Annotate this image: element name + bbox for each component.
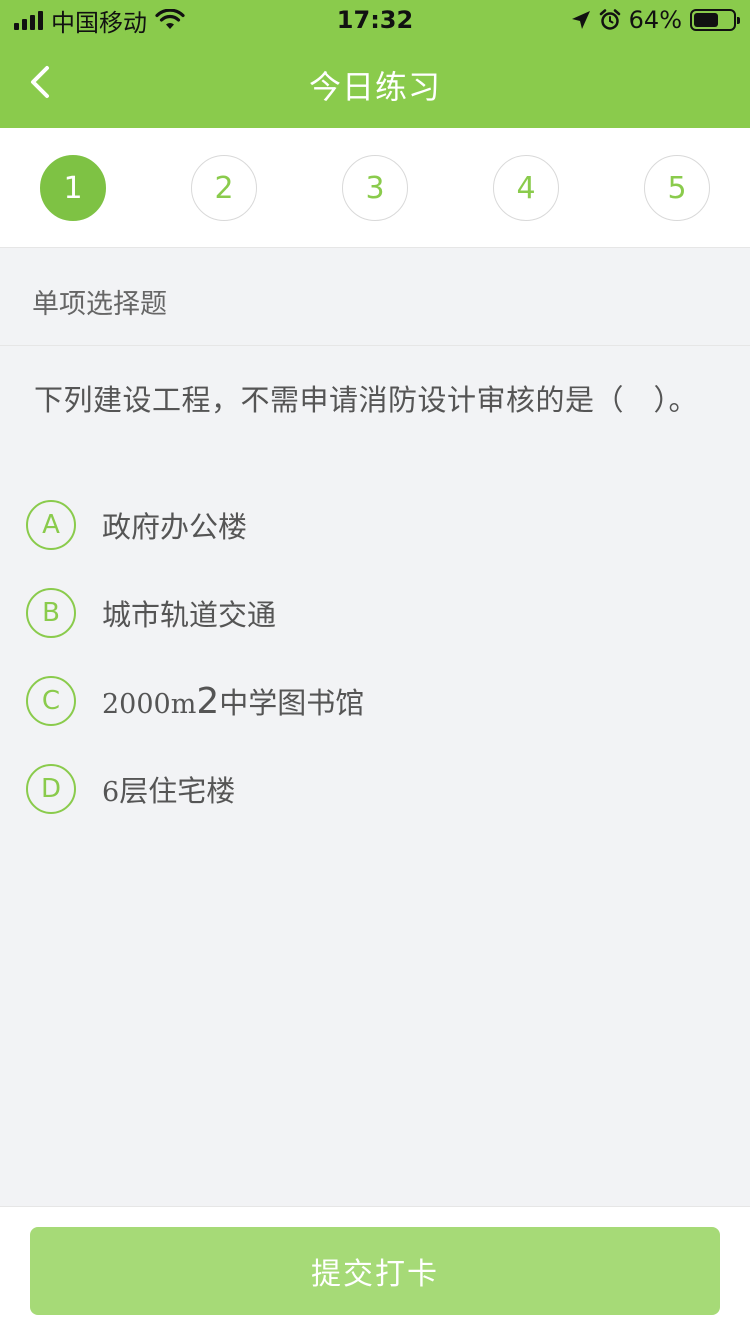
option-text: 政府办公楼: [102, 510, 248, 544]
option-b[interactable]: B 城市轨道交通: [26, 588, 706, 638]
location-arrow-icon: [571, 11, 590, 29]
option-text-part: 6: [102, 777, 120, 808]
option-d[interactable]: D 6层住宅楼: [26, 764, 706, 814]
header: 中国移动 17:32 64% 今日练习: [0, 0, 750, 128]
step-3[interactable]: 3: [342, 155, 408, 221]
option-text-part: 2: [196, 681, 220, 722]
question-type: 单项选择题: [32, 289, 167, 320]
submit-checkin-button[interactable]: 提交打卡: [30, 1227, 720, 1315]
battery-percent: 64%: [628, 6, 682, 34]
option-badge: D: [26, 764, 76, 814]
option-text-part: 层住宅楼: [119, 774, 236, 808]
step-4[interactable]: 4: [493, 155, 559, 221]
option-text: 城市轨道交通: [102, 598, 277, 632]
status-right: 64%: [571, 6, 740, 34]
question-text: 下列建设工程，不需申请消防设计审核的是（ ）。: [34, 383, 699, 417]
step-1[interactable]: 1: [40, 155, 106, 221]
status-bar: 中国移动 17:32 64%: [0, 0, 750, 40]
step-5[interactable]: 5: [644, 155, 710, 221]
option-text-part: 中学图书馆: [219, 686, 365, 720]
footer: 提交打卡: [0, 1206, 750, 1334]
alarm-icon: [599, 9, 620, 30]
option-text: 6层住宅楼: [102, 768, 235, 810]
option-badge: B: [26, 588, 76, 638]
question-type-row: 单项选择题: [0, 248, 750, 346]
question-stepper: 1 2 3 4 5: [0, 128, 750, 248]
option-text-part: 2000m: [102, 689, 197, 720]
option-badge: C: [26, 676, 76, 726]
battery-icon: [690, 9, 740, 31]
nav-bar: 今日练习: [0, 40, 750, 128]
battery-fill: [694, 13, 719, 27]
option-a[interactable]: A 政府办公楼: [26, 500, 706, 550]
page-title: 今日练习: [308, 68, 441, 106]
step-2[interactable]: 2: [191, 155, 257, 221]
option-badge: A: [26, 500, 76, 550]
option-c[interactable]: C 2000m2中学图书馆: [26, 676, 706, 726]
option-text: 2000m2中学图书馆: [102, 680, 364, 722]
